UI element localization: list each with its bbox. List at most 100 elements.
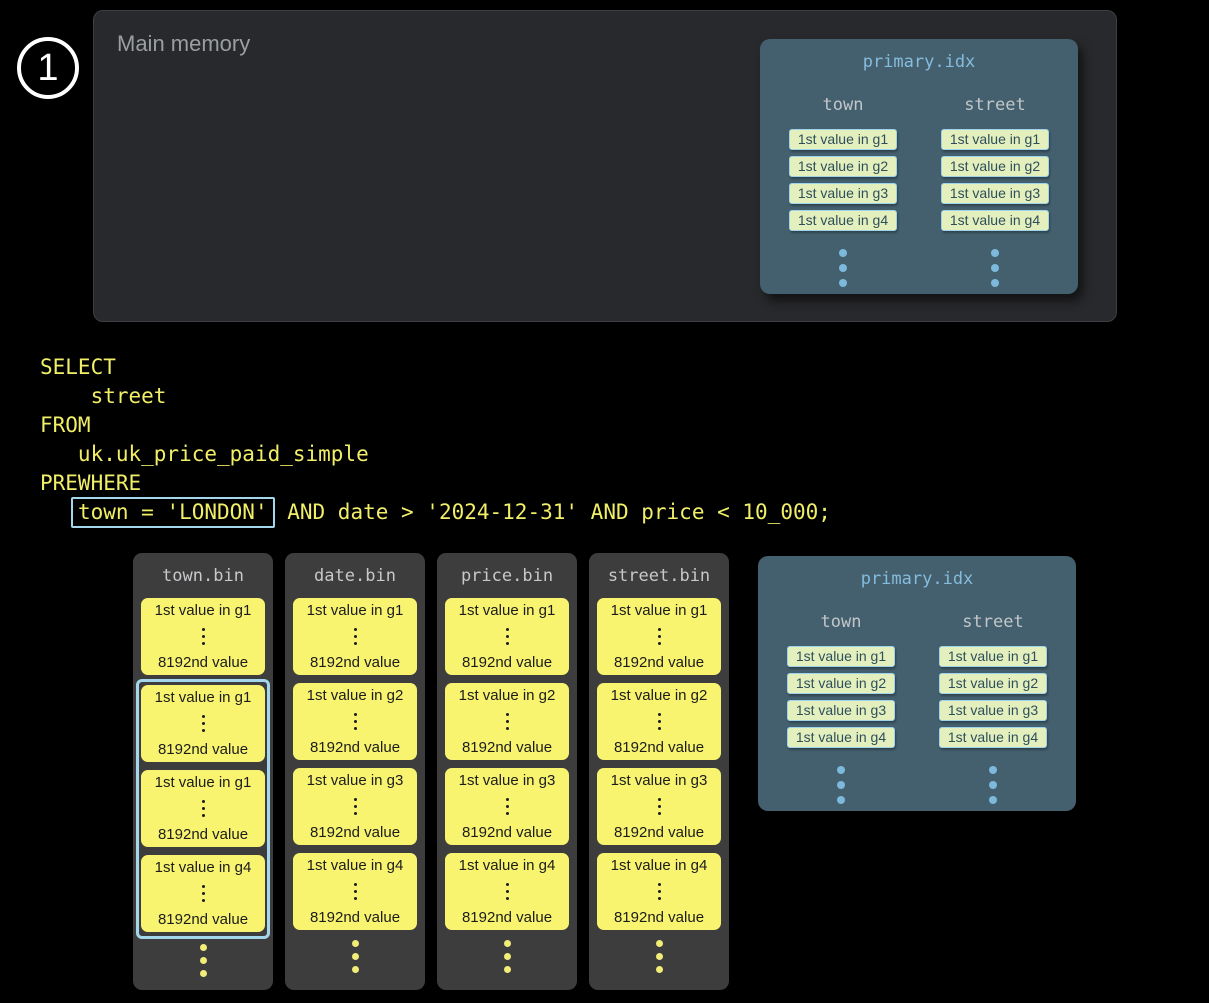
granule-first-value: 1st value in g1 (155, 602, 252, 619)
selected-granules-highlight: 1st value in g1 8192nd value 1st value i… (136, 679, 270, 939)
ellipsis-dots (133, 944, 273, 977)
idx-mark-cell: 1st value in g1 (939, 646, 1047, 667)
granule-last-value: 8192nd value (614, 824, 704, 841)
granule-cell: 1st value in g2 8192nd value (293, 683, 417, 760)
sql-line: SELECT (40, 353, 831, 382)
idx-mark-cell: 1st value in g2 (941, 156, 1049, 177)
sql-query: SELECT streetFROM uk.uk_price_paid_simpl… (40, 353, 831, 527)
granule-cell: 1st value in g1 8192nd value (445, 598, 569, 675)
primary-idx-title: primary.idx (760, 39, 1078, 72)
idx-mark-cell: 1st value in g3 (941, 183, 1049, 204)
granule-first-value: 1st value in g1 (155, 689, 252, 706)
granule-last-value: 8192nd value (462, 739, 552, 756)
granule-first-value: 1st value in g4 (155, 859, 252, 876)
ellipsis-dots (506, 628, 509, 645)
ellipsis-dots (202, 885, 205, 902)
idx-mark-cell: 1st value in g2 (789, 156, 897, 177)
ellipsis-dots (839, 249, 847, 287)
idx-mark-cell: 1st value in g4 (787, 727, 895, 748)
idx-column-street: street 1st value in g1 1st value in g2 1… (940, 95, 1050, 287)
ellipsis-dots (354, 798, 357, 815)
granule-first-value: 1st value in g4 (459, 857, 556, 874)
primary-idx-box-bottom: primary.idx town 1st value in g1 1st val… (758, 556, 1076, 811)
granule-cell: 1st value in g4 8192nd value (597, 853, 721, 930)
granule-first-value: 1st value in g1 (307, 602, 404, 619)
granule-last-value: 8192nd value (614, 739, 704, 756)
granule-cell: 1st value in g4 8192nd value (293, 853, 417, 930)
granule-first-value: 1st value in g1 (611, 602, 708, 619)
ellipsis-dots (989, 766, 997, 804)
granule-first-value: 1st value in g4 (307, 857, 404, 874)
ellipsis-dots (991, 249, 999, 287)
granule-cell-selected: 1st value in g4 8192nd value (141, 855, 265, 932)
primary-idx-columns: town 1st value in g1 1st value in g2 1st… (760, 95, 1078, 287)
idx-mark-cell: 1st value in g3 (939, 700, 1047, 721)
ellipsis-dots (589, 940, 729, 973)
idx-mark-cell: 1st value in g4 (939, 727, 1047, 748)
granule-last-value: 8192nd value (462, 654, 552, 671)
ellipsis-dots (658, 713, 661, 730)
idx-column-label: town (823, 95, 864, 115)
idx-column-label: street (962, 612, 1023, 632)
bin-cells: 1st value in g1 8192nd value 1st value i… (437, 598, 577, 973)
ellipsis-dots (354, 713, 357, 730)
bin-title: street.bin (589, 553, 729, 586)
bin-column-town: town.bin 1st value in g1 8192nd value 1s… (133, 553, 273, 990)
granule-first-value: 1st value in g2 (307, 687, 404, 704)
ellipsis-dots (506, 798, 509, 815)
ellipsis-dots (354, 628, 357, 645)
sql-line: uk.uk_price_paid_simple (40, 440, 831, 469)
granule-last-value: 8192nd value (614, 909, 704, 926)
granule-cell: 1st value in g1 8192nd value (141, 598, 265, 675)
idx-column-town: town 1st value in g1 1st value in g2 1st… (786, 612, 896, 804)
idx-mark-cell: 1st value in g2 (787, 673, 895, 694)
granule-last-value: 8192nd value (462, 824, 552, 841)
primary-idx-columns: town 1st value in g1 1st value in g2 1st… (758, 612, 1076, 804)
bin-column-price: price.bin 1st value in g1 8192nd value 1… (437, 553, 577, 990)
granule-last-value: 8192nd value (158, 741, 248, 758)
granule-last-value: 8192nd value (158, 654, 248, 671)
bin-column-street: street.bin 1st value in g1 8192nd value … (589, 553, 729, 990)
ellipsis-dots (658, 628, 661, 645)
sql-line: FROM (40, 411, 831, 440)
granule-cell: 1st value in g1 8192nd value (293, 598, 417, 675)
ellipsis-dots (658, 883, 661, 900)
granule-last-value: 8192nd value (310, 739, 400, 756)
sql-line: street (40, 382, 831, 411)
granule-last-value: 8192nd value (310, 909, 400, 926)
granule-cell-selected: 1st value in g1 8192nd value (141, 685, 265, 762)
prewhere-town-condition-highlight: town = 'LONDON' (71, 497, 275, 528)
primary-idx-box-top: primary.idx town 1st value in g1 1st val… (760, 39, 1078, 294)
idx-mark-cell: 1st value in g1 (941, 129, 1049, 150)
granule-cell: 1st value in g1 8192nd value (597, 598, 721, 675)
sql-prewhere-rest: AND date > '2024-12-31' AND price < 10_0… (275, 500, 831, 524)
granule-cell: 1st value in g2 8192nd value (597, 683, 721, 760)
granule-first-value: 1st value in g2 (611, 687, 708, 704)
bin-title: price.bin (437, 553, 577, 586)
idx-column-label: street (964, 95, 1025, 115)
idx-mark-cell: 1st value in g1 (787, 646, 895, 667)
diagram-canvas: 1 Main memory primary.idx town 1st value… (0, 0, 1209, 1003)
bin-cells: 1st value in g1 8192nd value 1st value i… (589, 598, 729, 973)
granule-cell-selected: 1st value in g1 8192nd value (141, 770, 265, 847)
granule-last-value: 8192nd value (310, 654, 400, 671)
granule-last-value: 8192nd value (158, 911, 248, 928)
main-memory-title: Main memory (117, 31, 250, 57)
bin-column-date: date.bin 1st value in g1 8192nd value 1s… (285, 553, 425, 990)
granule-cell: 1st value in g2 8192nd value (445, 683, 569, 760)
ellipsis-dots (202, 800, 205, 817)
idx-mark-cell: 1st value in g4 (941, 210, 1049, 231)
ellipsis-dots (354, 883, 357, 900)
granule-cell: 1st value in g4 8192nd value (445, 853, 569, 930)
ellipsis-dots (506, 713, 509, 730)
granule-cell: 1st value in g3 8192nd value (445, 768, 569, 845)
granule-last-value: 8192nd value (462, 909, 552, 926)
ellipsis-dots (285, 940, 425, 973)
ellipsis-dots (437, 940, 577, 973)
sql-line: PREWHERE (40, 469, 831, 498)
ellipsis-dots (202, 628, 205, 645)
granule-first-value: 1st value in g1 (155, 774, 252, 791)
granule-first-value: 1st value in g1 (459, 602, 556, 619)
ellipsis-dots (837, 766, 845, 804)
idx-column-label: town (821, 612, 862, 632)
